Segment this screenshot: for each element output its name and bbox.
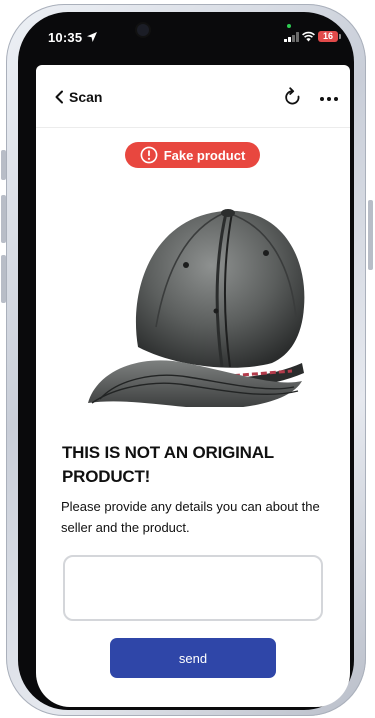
baseball-cap-image: [88, 209, 305, 407]
navigation-bar: Scan: [36, 65, 350, 128]
app-screen: Scan Fake product THIS IS NOT AN ORIGINA…: [36, 65, 350, 707]
fake-product-badge: Fake product: [125, 142, 260, 168]
alert-circle-icon: [140, 146, 158, 164]
power-button: [368, 200, 373, 270]
warning-headline: THIS IS NOT AN ORIGINAL PRODUCT!: [62, 443, 274, 486]
location-arrow-icon: [87, 32, 97, 42]
phone-mockup: 10:35 16 Scan Fake product THIS IS NOT A…: [0, 0, 375, 718]
front-camera: [137, 24, 149, 36]
camera-indicator-dot: [287, 24, 291, 28]
wifi-icon: [302, 31, 315, 42]
details-input[interactable]: [63, 555, 323, 621]
send-button[interactable]: send: [110, 638, 276, 678]
battery-indicator: 16: [318, 31, 341, 42]
more-horizontal-icon[interactable]: [319, 96, 339, 102]
status-time: 10:35: [48, 30, 83, 45]
instructions-text: Please provide any details you can about…: [61, 499, 320, 535]
refresh-icon[interactable]: [283, 87, 303, 109]
chevron-left-icon: [55, 90, 63, 104]
fake-product-label: Fake product: [163, 147, 246, 163]
back-label: Scan: [69, 89, 103, 105]
back-button[interactable]: Scan: [54, 89, 102, 105]
cellular-signal-icon: [284, 32, 299, 42]
